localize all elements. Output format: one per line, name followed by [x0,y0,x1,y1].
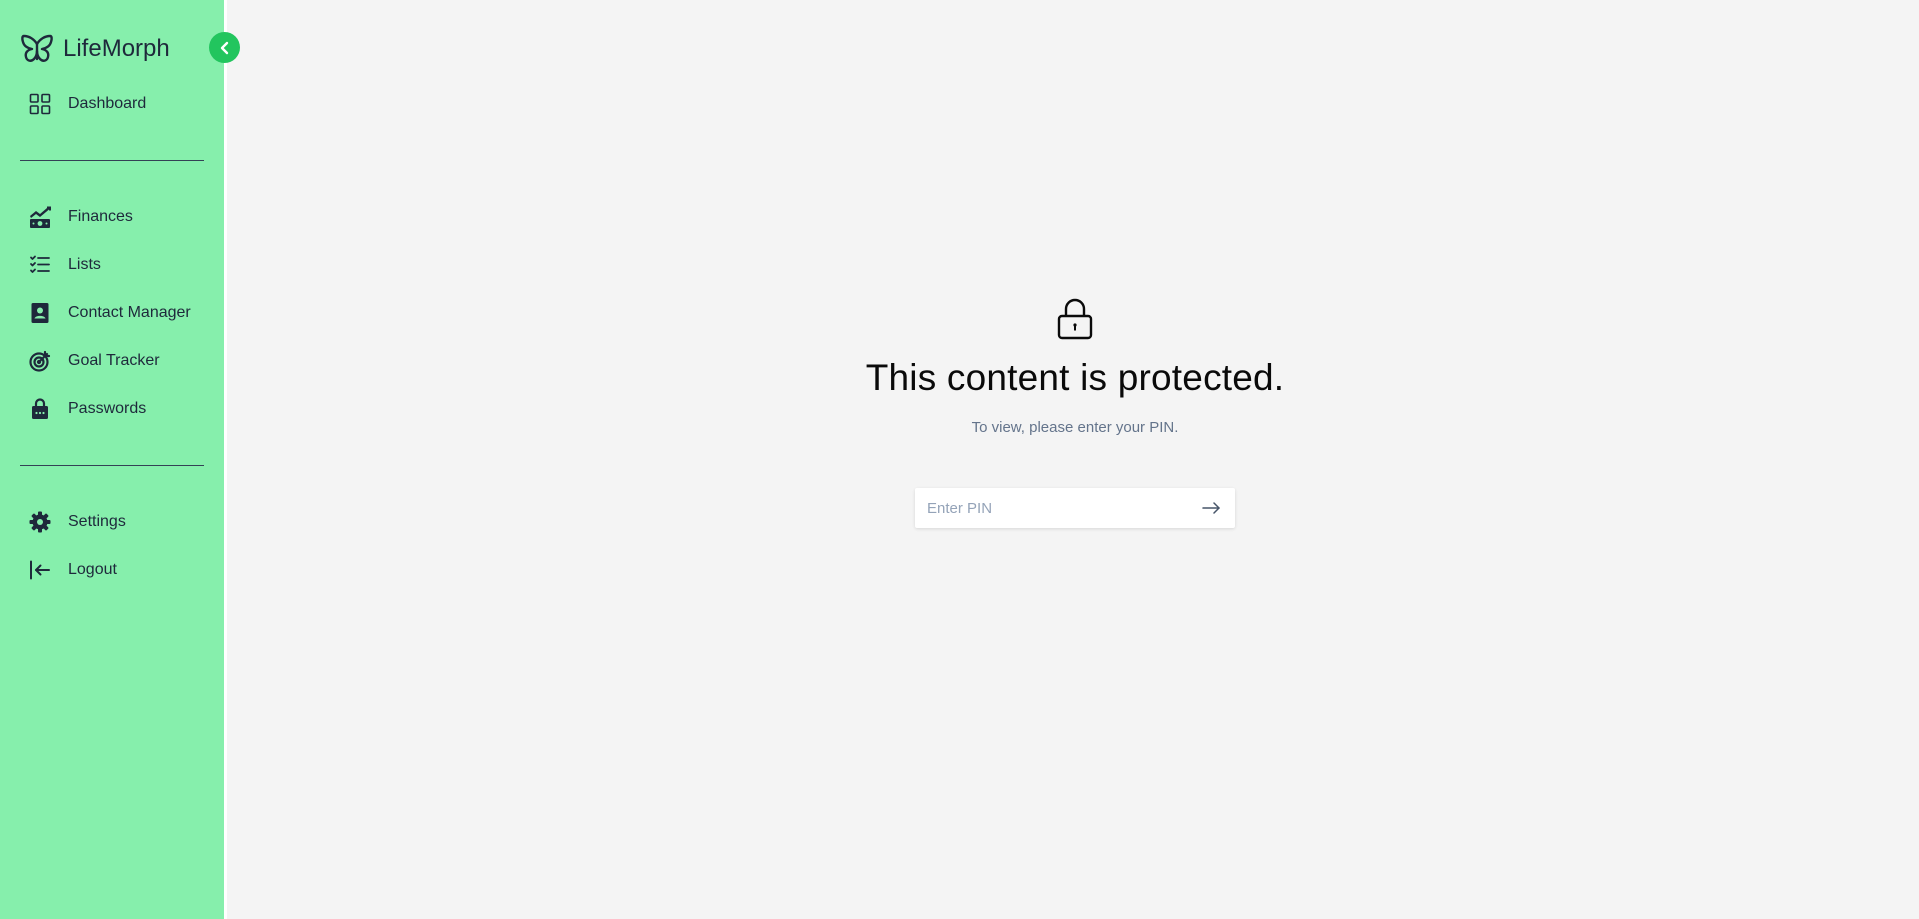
sidebar-item-label: Settings [68,513,126,530]
sidebar-item-contact-manager[interactable]: Contact Manager [28,298,208,328]
sidebar-item-passwords[interactable]: Passwords [28,394,208,424]
arrow-right-icon [1202,502,1220,514]
chevron-left-icon [220,41,228,54]
brand[interactable]: LifeMorph [20,32,170,66]
sidebar: LifeMorph Dashboard Finances Lists Conta… [0,0,224,919]
target-icon [29,350,51,372]
butterfly-icon [21,34,53,62]
divider [20,160,204,161]
protected-title: This content is protected. [865,357,1285,398]
sidebar-item-settings[interactable]: Settings [28,507,208,537]
list-icon [30,255,50,273]
finances-icon [30,206,51,228]
collapse-sidebar-button[interactable] [209,32,240,63]
sidebar-item-label: Contact Manager [68,304,191,321]
sidebar-item-label: Passwords [68,400,147,417]
sidebar-item-label: Dashboard [68,95,147,112]
sidebar-edge [224,0,227,919]
pin-input[interactable] [915,489,1193,527]
submit-pin-button[interactable] [1193,489,1229,527]
lock-bag-icon [32,398,48,419]
logout-icon [30,560,50,580]
sidebar-item-logout[interactable]: Logout [28,555,208,585]
contact-icon [31,303,49,323]
sidebar-item-label: Lists [68,256,101,273]
sidebar-item-goal-tracker[interactable]: Goal Tracker [28,346,208,376]
sidebar-item-label: Goal Tracker [68,352,160,369]
pin-form [915,488,1235,528]
sidebar-item-finances[interactable]: Finances [28,202,208,232]
lock-icon [1057,298,1093,340]
sidebar-item-label: Finances [68,208,133,225]
sidebar-item-dashboard[interactable]: Dashboard [28,89,208,119]
sidebar-item-label: Logout [68,561,117,578]
divider [20,465,204,466]
gear-icon [29,511,51,533]
grid-icon [29,93,51,115]
sidebar-item-lists[interactable]: Lists [28,250,208,280]
protected-subtitle: To view, please enter your PIN. [971,419,1179,436]
app-name: LifeMorph [63,35,170,62]
